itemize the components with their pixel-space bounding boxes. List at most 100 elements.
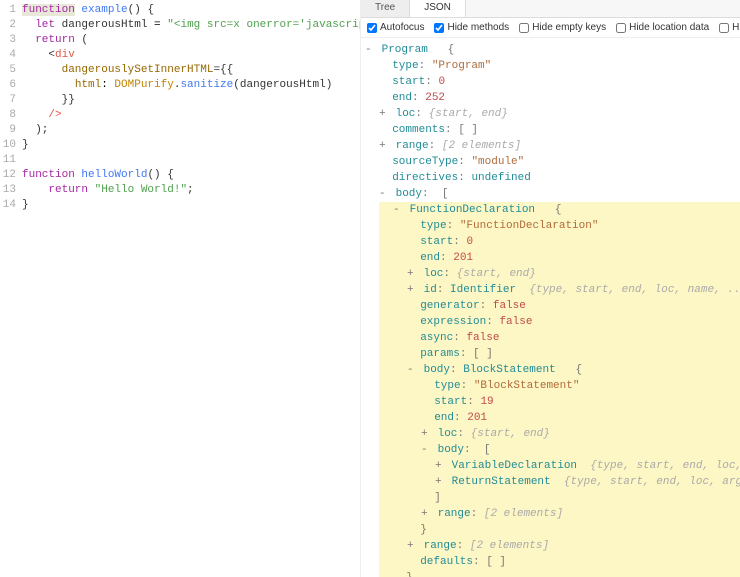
node-key[interactable]: type — [420, 220, 446, 232]
node-value: 201 — [453, 252, 473, 264]
node-key[interactable]: body — [438, 444, 464, 456]
toggle-icon[interactable]: + — [421, 506, 431, 522]
toggle-icon[interactable]: + — [421, 426, 431, 442]
node-value: [ ] — [458, 124, 478, 136]
node-key[interactable]: params — [420, 348, 460, 360]
editor-line[interactable]: 3 return ( — [0, 33, 360, 48]
node-link[interactable]: VariableDeclaration — [452, 460, 577, 472]
editor-line[interactable]: 12function helloWorld() { — [0, 168, 360, 183]
toggle-icon[interactable]: - — [393, 202, 403, 218]
toggle-icon[interactable]: - — [407, 362, 417, 378]
node-key[interactable]: type — [392, 60, 418, 72]
toggle-icon[interactable]: + — [407, 266, 417, 282]
node-key[interactable]: start — [392, 76, 425, 88]
tab-json[interactable]: JSON — [410, 0, 466, 17]
code-content[interactable] — [22, 153, 360, 168]
code-content[interactable]: } — [22, 198, 360, 213]
node-key[interactable]: type — [434, 380, 460, 392]
editor-line[interactable]: 11 — [0, 153, 360, 168]
node-key[interactable]: directives — [392, 172, 458, 184]
editor-line[interactable]: 9 ); — [0, 123, 360, 138]
node-key[interactable]: end — [420, 252, 440, 264]
option-checkbox[interactable] — [719, 23, 729, 33]
option-checkbox[interactable] — [434, 23, 444, 33]
node-key[interactable]: loc — [438, 428, 458, 440]
toggle-icon[interactable]: - — [379, 186, 389, 202]
node-key[interactable]: expression — [420, 316, 486, 328]
option-hide-location-data[interactable]: Hide location data — [616, 22, 709, 33]
code-content[interactable]: return "Hello World!"; — [22, 183, 360, 198]
node-key[interactable]: defaults — [420, 556, 473, 568]
node-key[interactable]: id — [424, 284, 437, 296]
node-key[interactable]: end — [434, 412, 454, 424]
toggle-icon[interactable]: + — [407, 282, 417, 298]
node-key[interactable]: end — [392, 92, 412, 104]
editor-line[interactable]: 2 let dangerousHtml = "<img src=x onerro… — [0, 18, 360, 33]
node-key[interactable]: range — [396, 140, 429, 152]
node-key[interactable]: async — [420, 332, 453, 344]
toggle-icon[interactable]: - — [365, 42, 375, 58]
editor-line[interactable]: 13 return "Hello World!"; — [0, 183, 360, 198]
toggle-icon[interactable]: - — [421, 442, 431, 458]
editor-line[interactable]: 8 /> — [0, 108, 360, 123]
node-link[interactable]: BlockStatement — [463, 364, 555, 376]
line-number: 2 — [0, 18, 22, 33]
node-key[interactable]: range — [424, 540, 457, 552]
node-link[interactable]: ReturnStatement — [452, 476, 551, 488]
tab-tree[interactable]: Tree — [361, 0, 410, 17]
toggle-icon[interactable]: + — [435, 474, 445, 490]
editor-line[interactable]: 14} — [0, 198, 360, 213]
line-number: 9 — [0, 123, 22, 138]
toggle-icon[interactable]: + — [435, 458, 445, 474]
option-label: Hide type keys — [732, 22, 740, 33]
node-link[interactable]: Identifier — [450, 284, 516, 296]
node-key[interactable]: Program — [382, 44, 428, 56]
node-key[interactable]: loc — [396, 108, 416, 120]
node-key[interactable]: FunctionDeclaration — [410, 204, 535, 216]
editor-line[interactable]: 7 }} — [0, 93, 360, 108]
toggle-icon[interactable]: + — [379, 106, 389, 122]
node-key[interactable]: comments — [392, 124, 445, 136]
editor-line[interactable]: 10} — [0, 138, 360, 153]
editor-line[interactable]: 1function example() { — [0, 3, 360, 18]
node-key[interactable]: body — [396, 188, 422, 200]
option-hide-type-keys[interactable]: Hide type keys — [719, 22, 740, 33]
code-content[interactable]: dangerouslySetInnerHTML={{ — [22, 63, 360, 78]
option-hide-empty-keys[interactable]: Hide empty keys — [519, 22, 606, 33]
code-content[interactable]: <div — [22, 48, 360, 63]
option-label: Hide empty keys — [532, 22, 606, 33]
option-checkbox[interactable] — [367, 23, 377, 33]
code-content[interactable]: }} — [22, 93, 360, 108]
node-value: false — [466, 332, 499, 344]
option-checkbox[interactable] — [519, 23, 529, 33]
code-content[interactable]: ); — [22, 123, 360, 138]
node-key[interactable]: body — [424, 364, 450, 376]
line-number: 10 — [0, 138, 22, 153]
node-value: [ ] — [473, 348, 493, 360]
editor-line[interactable]: 6 html: DOMPurify.sanitize(dangerousHtml… — [0, 78, 360, 93]
toggle-icon[interactable]: + — [379, 138, 389, 154]
node-summary: [2 elements] — [484, 508, 563, 520]
option-autofocus[interactable]: Autofocus — [367, 22, 424, 33]
node-key[interactable]: start — [420, 236, 453, 248]
code-content[interactable]: return ( — [22, 33, 360, 48]
node-key[interactable]: generator — [420, 300, 479, 312]
editor-line[interactable]: 5 dangerouslySetInnerHTML={{ — [0, 63, 360, 78]
code-content[interactable]: let dangerousHtml = "<img src=x onerror=… — [22, 18, 360, 33]
code-content[interactable]: html: DOMPurify.sanitize(dangerousHtml) — [22, 78, 360, 93]
code-content[interactable]: } — [22, 138, 360, 153]
code-content[interactable]: function helloWorld() { — [22, 168, 360, 183]
node-value: 0 — [438, 76, 445, 88]
ast-tree[interactable]: - Program { type: "Program" start: 0 end… — [361, 38, 740, 577]
option-hide-methods[interactable]: Hide methods — [434, 22, 509, 33]
node-key[interactable]: sourceType — [392, 156, 458, 168]
toggle-icon[interactable]: + — [407, 538, 417, 554]
code-content[interactable]: /> — [22, 108, 360, 123]
code-editor[interactable]: 1function example() {2 let dangerousHtml… — [0, 0, 360, 577]
option-checkbox[interactable] — [616, 23, 626, 33]
editor-line[interactable]: 4 <div — [0, 48, 360, 63]
node-key[interactable]: start — [434, 396, 467, 408]
code-content[interactable]: function example() { — [22, 3, 360, 18]
node-key[interactable]: loc — [424, 268, 444, 280]
node-key[interactable]: range — [438, 508, 471, 520]
